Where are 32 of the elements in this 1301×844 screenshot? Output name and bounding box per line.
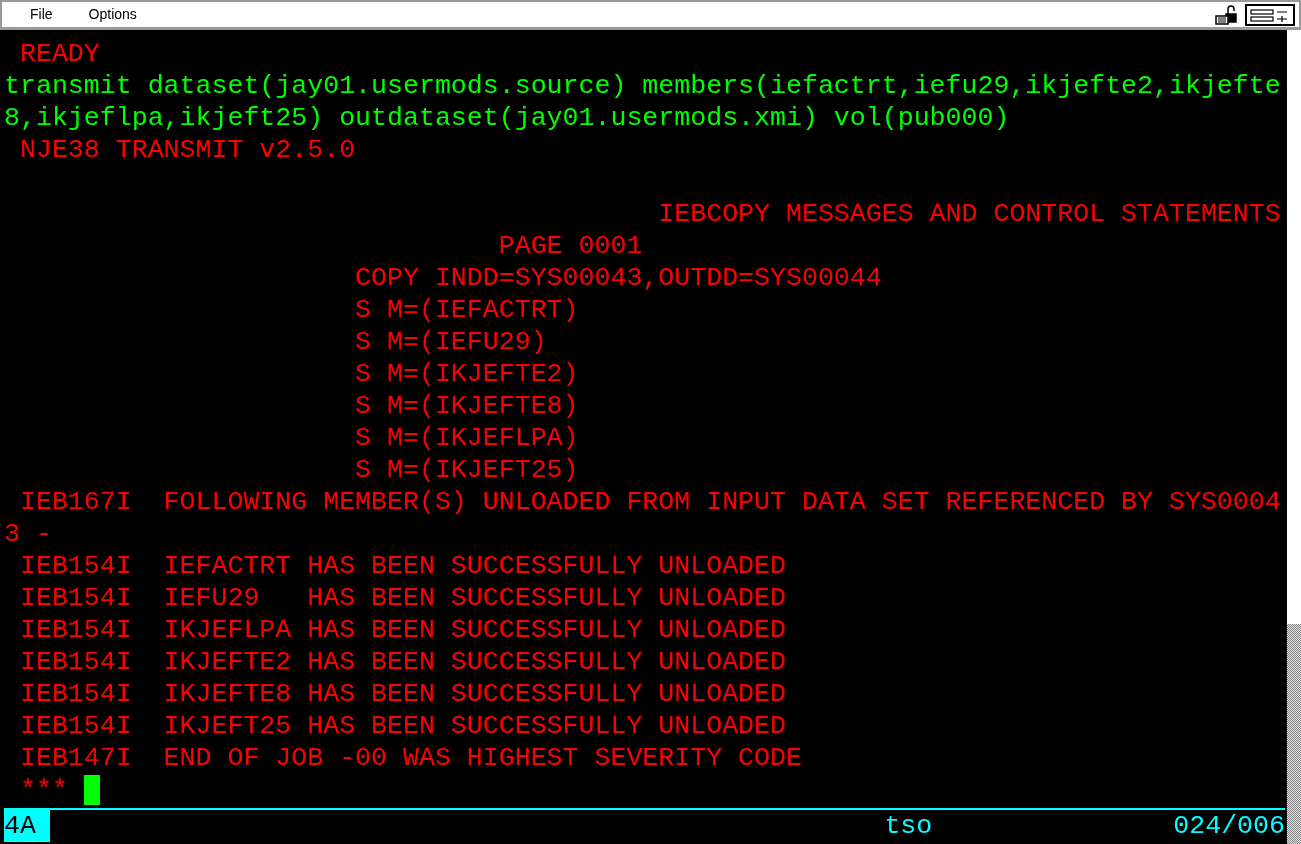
terminal-line: IEBCOPY MESSAGES AND CONTROL STATEMENTS bbox=[657, 199, 1281, 229]
terminal-line: IEB154I IKJEFLPA HAS BEEN SUCCESSFULLY UNLOADED bbox=[18, 615, 786, 645]
terminal-line: 8,ikjeflpa,ikjeft25) outdataset(jay01.usermods.xmi) vol(pub000) bbox=[4, 103, 1010, 133]
terminal-line: PAGE 0001 bbox=[497, 231, 643, 261]
terminal-line: NJE38 TRANSMIT v2.5.0 bbox=[18, 135, 356, 165]
terminal-line: READY bbox=[18, 39, 100, 69]
terminal-line: IEB154I IEFU29 HAS BEEN SUCCESSFULLY UNLOADED bbox=[18, 583, 786, 613]
terminal-line: S M=(IEFACTRT) bbox=[354, 295, 579, 325]
terminal-line: S M=(IKJEFTE8) bbox=[354, 391, 579, 421]
terminal-line: transmit dataset(jay01.usermods.source) members(iefactrt,iefu29,ikjefte2,ikjefte bbox=[4, 71, 1281, 101]
menu-item[interactable]: Options bbox=[78, 4, 147, 25]
system-name: tso bbox=[884, 810, 933, 843]
terminal-line: IEB167I FOLLOWING MEMBER(S) UNLOADED FROM INPUT DATA SET REFERENCED BY SYS0004 bbox=[18, 487, 1281, 517]
cursor-position: 024/006 bbox=[1173, 810, 1285, 843]
prompt-text: *** bbox=[18, 775, 68, 805]
keyboard-icon[interactable] bbox=[1245, 3, 1295, 26]
menu-item[interactable]: File bbox=[20, 4, 63, 25]
terminal-line: S M=(IEFU29) bbox=[354, 327, 547, 357]
terminal-line: IEB147I END OF JOB -00 WAS HIGHEST SEVERITY CODE bbox=[18, 743, 802, 773]
terminal-line: IEB154I IKJEFT25 HAS BEEN SUCCESSFULLY UNLOADED bbox=[18, 711, 786, 741]
status-indicator: 4A bbox=[4, 810, 50, 842]
scroll-bar[interactable] bbox=[1285, 30, 1301, 844]
scroll-thumb[interactable] bbox=[1287, 624, 1301, 844]
terminal-line: S M=(IKJEFLPA) bbox=[354, 423, 579, 453]
terminal-line: IEB154I IEFACTRT HAS BEEN SUCCESSFULLY UNLOADED bbox=[18, 551, 786, 581]
terminal-line: IEB154I IKJEFTE8 HAS BEEN SUCCESSFULLY UNLOADED bbox=[18, 679, 786, 709]
terminal-line: S M=(IKJEFTE2) bbox=[354, 359, 579, 389]
terminal-line: IEB154I IKJEFTE2 HAS BEEN SUCCESSFULLY UNLOADED bbox=[18, 647, 786, 677]
terminal-line: 3 - bbox=[4, 519, 52, 549]
keyboard-lock-icon bbox=[1215, 4, 1237, 25]
terminal-line: S M=(IKJEFT25) bbox=[354, 455, 579, 485]
terminal-line: COPY INDD=SYS00043,OUTDD=SYS00044 bbox=[354, 263, 882, 293]
